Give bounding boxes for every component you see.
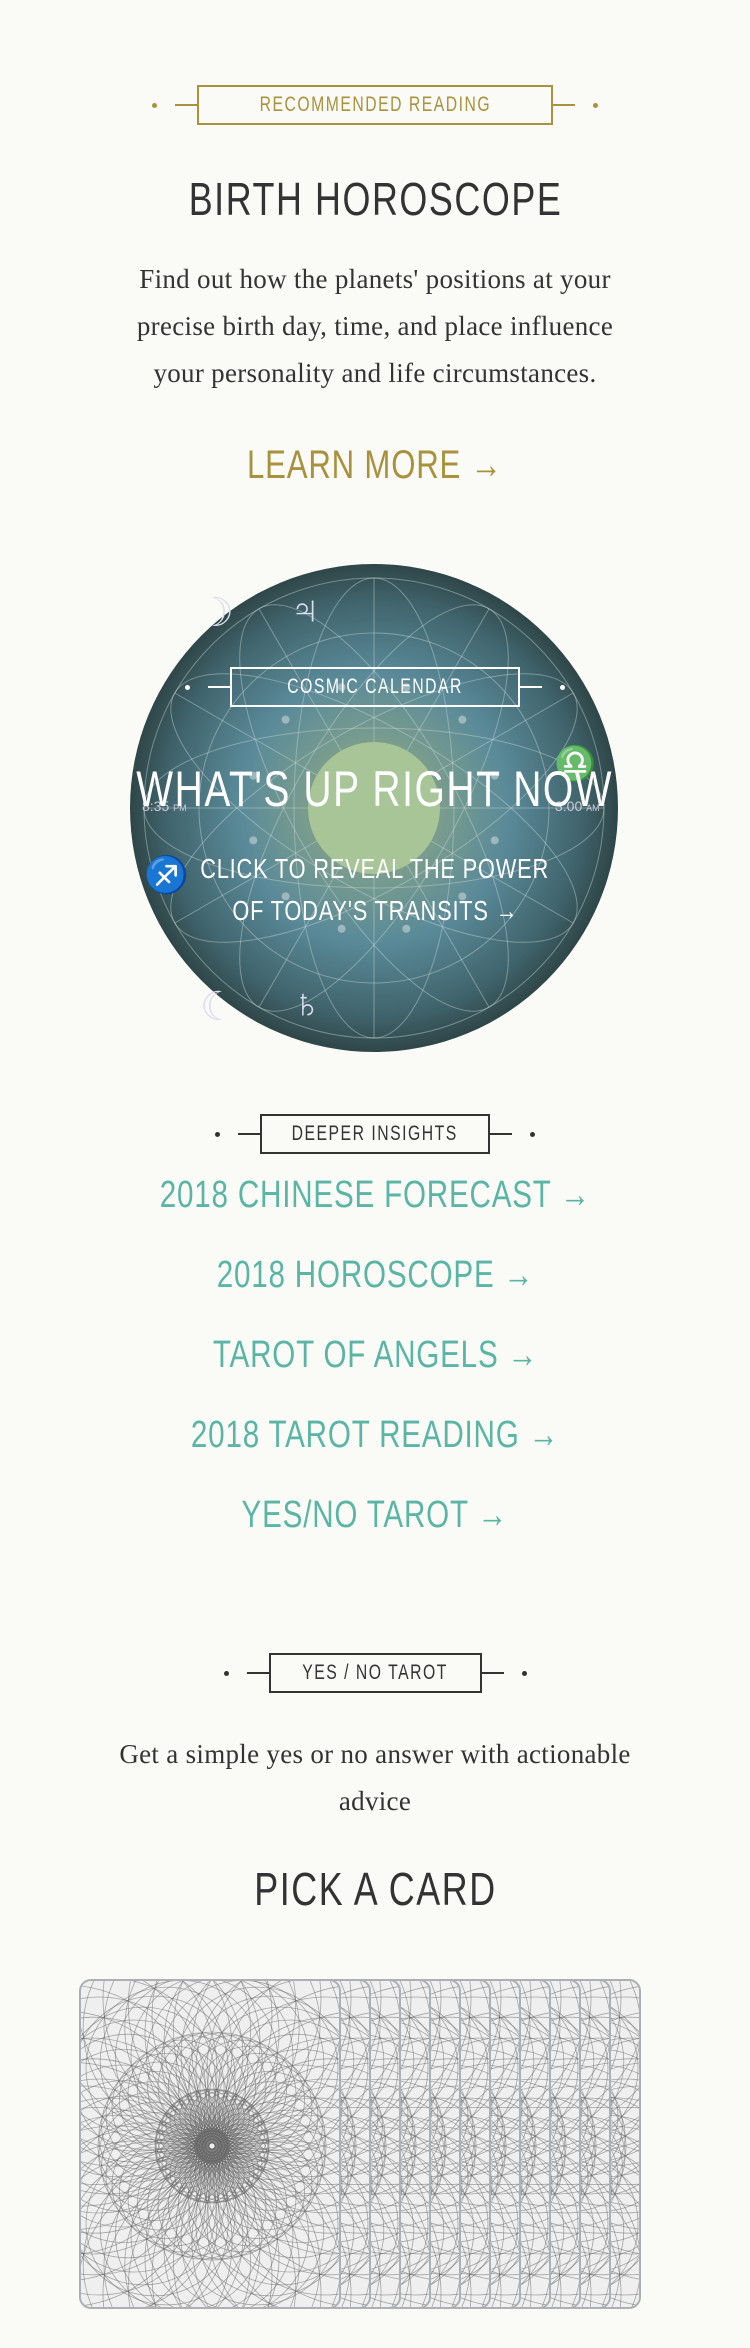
jupiter-icon: ♃ — [290, 588, 320, 632]
dot-ornament — [215, 1131, 220, 1137]
dot-ornament — [184, 684, 190, 690]
link-tarot-reading[interactable]: 2018 TAROT READING → — [0, 1414, 750, 1457]
deeper-insights-label: DEEPER INSIGHTS — [0, 1114, 750, 1154]
page-title: BIRTH HOROSCOPE — [188, 173, 562, 225]
dot-ornament — [530, 1131, 535, 1137]
dot-ornament — [521, 1670, 527, 1676]
label-text: COSMIC CALENDAR — [287, 675, 463, 698]
link-horoscope[interactable]: 2018 HOROSCOPE → — [0, 1254, 750, 1297]
dash-ornament — [481, 1672, 504, 1674]
recommended-description: Find out how the planets' positions at y… — [136, 264, 614, 388]
moon-icon: ☽ — [200, 985, 236, 1029]
dash-ornament — [174, 104, 197, 106]
yes-no-description: Get a simple yes or no answer with actio… — [119, 1739, 631, 1816]
dash-ornament — [490, 1133, 512, 1135]
learn-more-link[interactable]: LEARN MORE → — [0, 443, 750, 488]
pick-a-card-title: PICK A CARD — [253, 1863, 497, 1915]
yes-no-tarot-label: YES / NO TAROT — [0, 1653, 750, 1693]
label-text: DEEPER INSIGHTS — [291, 1122, 459, 1145]
recommended-reading-label: RECOMMENDED READING — [0, 85, 750, 125]
label-text: YES / NO TAROT — [302, 1661, 448, 1684]
dot-ornament — [560, 684, 566, 690]
tarot-card[interactable] — [79, 1979, 341, 2309]
dash-ornament — [246, 1672, 269, 1674]
dash-ornament — [520, 686, 543, 688]
cosmic-calendar-label: COSMIC CALENDAR — [0, 667, 750, 707]
dot-ornament — [151, 102, 157, 108]
dash-ornament — [553, 104, 576, 106]
card-pattern — [81, 1981, 339, 2307]
label-text: RECOMMENDED READING — [259, 93, 491, 116]
moon-icon: ☽ — [198, 591, 234, 635]
dash-ornament — [238, 1133, 260, 1135]
cosmic-title[interactable]: WHAT'S UP RIGHT NOW — [0, 760, 750, 818]
saturn-icon: ♄ — [292, 982, 322, 1026]
dash-ornament — [207, 686, 230, 688]
link-chinese-forecast[interactable]: 2018 CHINESE FORECAST → — [0, 1174, 750, 1217]
dot-ornament — [593, 102, 599, 108]
reveal-transits-link[interactable]: CLICK TO REVEAL THE POWER OF TODAY'S TRA… — [0, 848, 750, 932]
dot-ornament — [223, 1670, 229, 1676]
link-tarot-of-angels[interactable]: TAROT OF ANGELS → — [0, 1334, 750, 1377]
link-yes-no-tarot[interactable]: YES/NO TAROT → — [0, 1494, 750, 1537]
